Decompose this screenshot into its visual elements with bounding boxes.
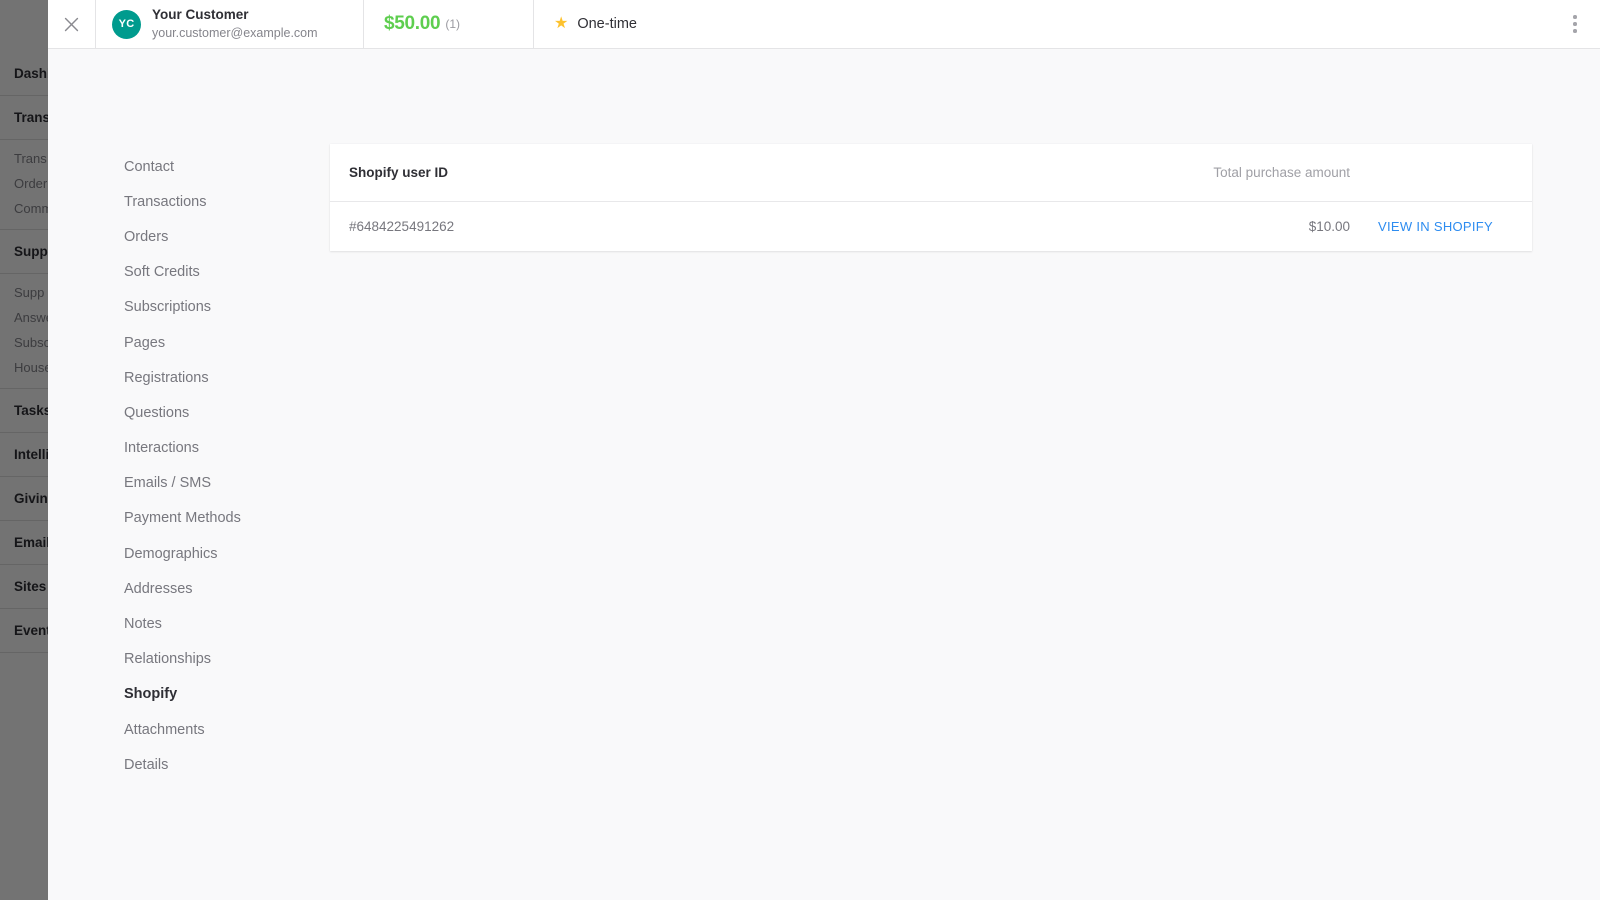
- column-header-amount: Total purchase amount: [1148, 164, 1358, 182]
- modal-body: Contact Transactions Orders Soft Credits…: [48, 49, 1600, 900]
- nav-item-contact[interactable]: Contact: [124, 149, 330, 184]
- nav-item-payment-methods[interactable]: Payment Methods: [124, 501, 330, 536]
- cell-user-id: #6484225491262: [349, 218, 1148, 236]
- cell-amount: $10.00: [1148, 218, 1358, 236]
- column-header-user-id-label: Shopify user ID: [349, 164, 449, 180]
- customer-detail-modal: YC Your Customer your.customer@example.c…: [48, 0, 1600, 900]
- nav-item-addresses[interactable]: Addresses: [124, 571, 330, 606]
- customer-email: your.customer@example.com: [152, 25, 318, 40]
- nav-item-questions[interactable]: Questions: [124, 395, 330, 430]
- avatar: YC: [112, 9, 141, 39]
- nav-item-transactions[interactable]: Transactions: [124, 184, 330, 219]
- nav-item-shopify[interactable]: Shopify: [124, 677, 330, 712]
- donor-status-badge: ★ One-time: [534, 0, 657, 48]
- nav-item-registrations[interactable]: Registrations: [124, 360, 330, 395]
- more-options-button[interactable]: [1550, 0, 1600, 48]
- amount-count: (1): [445, 17, 460, 31]
- cell-user-id-value: #6484225491262: [349, 218, 455, 234]
- close-icon: [64, 17, 79, 31]
- column-header-amount-label: Total purchase amount: [1213, 164, 1350, 180]
- amount-value: $50.00: [384, 13, 441, 34]
- view-in-shopify-link[interactable]: VIEW IN SHOPIFY: [1378, 219, 1493, 234]
- nav-item-details[interactable]: Details: [124, 747, 330, 782]
- table-header-row: Shopify user ID Total purchase amount: [330, 144, 1532, 202]
- customer-text: Your Customer your.customer@example.com: [152, 6, 318, 41]
- nav-item-demographics[interactable]: Demographics: [124, 536, 330, 571]
- customer-summary[interactable]: YC Your Customer your.customer@example.c…: [96, 0, 364, 48]
- star-icon: ★: [554, 15, 569, 32]
- nav-item-attachments[interactable]: Attachments: [124, 712, 330, 747]
- shopify-table-card: Shopify user ID Total purchase amount #6…: [330, 144, 1532, 251]
- nav-item-notes[interactable]: Notes: [124, 606, 330, 641]
- more-vertical-icon: [1573, 15, 1577, 33]
- cell-action: VIEW IN SHOPIFY: [1358, 218, 1508, 236]
- nav-item-interactions[interactable]: Interactions: [124, 431, 330, 466]
- lifetime-amount: $50.00 (1): [364, 0, 534, 48]
- content-area: Shopify user ID Total purchase amount #6…: [330, 49, 1600, 900]
- status-label: One-time: [577, 16, 637, 32]
- table-row[interactable]: #6484225491262 $10.00 VIEW IN SHOPIFY: [330, 202, 1532, 251]
- modal-topbar: YC Your Customer your.customer@example.c…: [48, 0, 1600, 49]
- column-header-user-id: Shopify user ID: [349, 164, 1148, 182]
- customer-name: Your Customer: [152, 7, 249, 23]
- section-nav: Contact Transactions Orders Soft Credits…: [48, 49, 330, 900]
- nav-item-soft-credits[interactable]: Soft Credits: [124, 255, 330, 290]
- nav-item-orders[interactable]: Orders: [124, 219, 330, 254]
- close-button[interactable]: [48, 0, 96, 48]
- nav-item-subscriptions[interactable]: Subscriptions: [124, 290, 330, 325]
- cell-amount-value: $10.00: [1308, 218, 1350, 234]
- nav-item-emails-sms[interactable]: Emails / SMS: [124, 466, 330, 501]
- nav-item-pages[interactable]: Pages: [124, 325, 330, 360]
- nav-item-relationships[interactable]: Relationships: [124, 642, 330, 677]
